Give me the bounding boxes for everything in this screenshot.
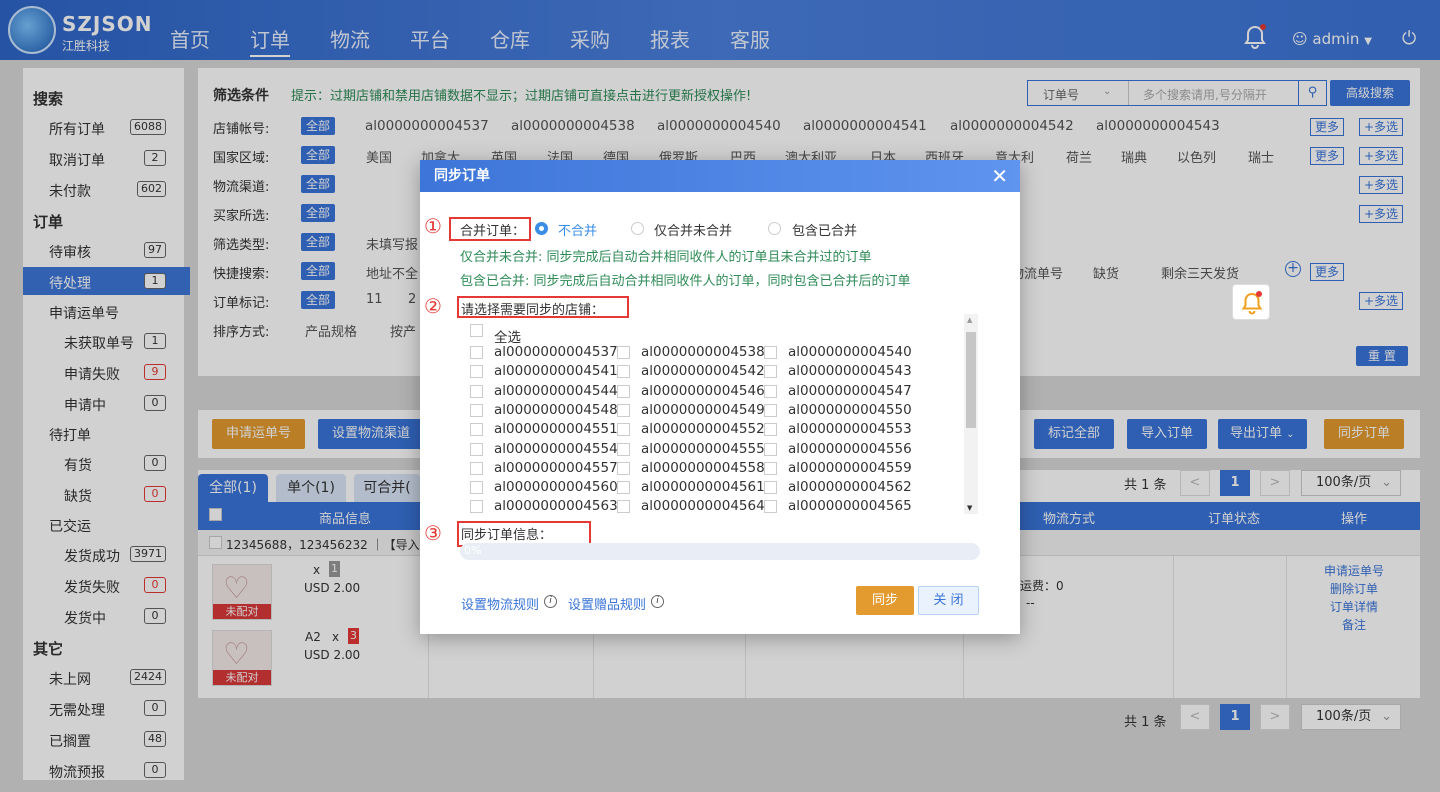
shop-label[interactable]: al0000000004553 (788, 421, 912, 437)
scrollbar-thumb[interactable] (966, 332, 976, 428)
shop-checkbox[interactable] (470, 384, 483, 398)
shop-label[interactable]: al0000000004559 (788, 460, 912, 476)
shop-label[interactable]: al0000000004564 (641, 498, 765, 514)
shop-label[interactable]: al0000000004563 (494, 498, 618, 514)
radio-include-merged[interactable] (768, 222, 781, 235)
shop-label[interactable]: al0000000004540 (788, 344, 912, 360)
logistics-rules-link[interactable]: 设置物流规则 (461, 594, 539, 613)
close-button[interactable]: 关 闭 (918, 586, 979, 615)
shop-checkbox[interactable] (617, 365, 630, 379)
shop-label[interactable]: al0000000004549 (641, 402, 765, 418)
dialog-title: 同步订单 (434, 168, 490, 184)
shop-label[interactable]: al0000000004554 (494, 441, 618, 457)
dialog-header: 同步订单 ✕ (420, 160, 1020, 192)
shop-checkbox[interactable] (470, 481, 483, 495)
step-marker-3: ③ (424, 521, 442, 545)
shop-label[interactable]: al0000000004537 (494, 344, 618, 360)
shop-checkbox[interactable] (470, 500, 483, 514)
shop-checkbox[interactable] (764, 384, 777, 398)
shop-checkbox[interactable] (470, 403, 483, 417)
shop-label[interactable]: al0000000004541 (494, 363, 618, 379)
scrollbar[interactable]: ▲ ▼ (964, 314, 978, 514)
radio-no-merge-label[interactable]: 不合并 (558, 220, 597, 239)
step-marker-1: ① (424, 214, 442, 238)
shop-checkbox[interactable] (470, 423, 483, 437)
close-icon[interactable]: ✕ (991, 160, 1008, 192)
shop-checkbox[interactable] (617, 461, 630, 475)
shop-label[interactable]: al0000000004546 (641, 383, 765, 399)
shop-checkbox[interactable] (764, 461, 777, 475)
select-all-checkbox[interactable] (470, 324, 483, 337)
desc-include-merged: 包含已合并: 同步完成后自动合并相同收件人的订单，同时包含已合并后的订单 (460, 274, 911, 289)
shop-label[interactable]: al0000000004550 (788, 402, 912, 418)
shop-label[interactable]: al0000000004542 (641, 363, 765, 379)
shop-checkbox[interactable] (470, 461, 483, 475)
shop-checkbox[interactable] (764, 442, 777, 456)
shop-checkbox[interactable] (617, 442, 630, 456)
step-marker-2: ② (424, 294, 442, 318)
shop-checkbox[interactable] (470, 346, 483, 359)
shop-checkbox[interactable] (617, 423, 630, 437)
shop-label[interactable]: al0000000004551 (494, 421, 618, 437)
shop-label[interactable]: al0000000004552 (641, 421, 765, 437)
notification-float-button[interactable] (1232, 284, 1270, 320)
shop-checkbox[interactable] (764, 403, 777, 417)
desc-merge-unmerged: 仅合并未合并: 同步完成后自动合并相同收件人的订单且未合并过的订单 (460, 250, 872, 265)
radio-merge-unmerged-label[interactable]: 仅合并未合并 (654, 220, 732, 239)
shop-label[interactable]: al0000000004555 (641, 441, 765, 457)
sync-button[interactable]: 同步 (856, 586, 914, 615)
shop-label[interactable]: al0000000004547 (788, 383, 912, 399)
shop-label[interactable]: al0000000004562 (788, 479, 912, 495)
shop-checkbox[interactable] (617, 384, 630, 398)
shop-checkbox[interactable] (764, 500, 777, 514)
shop-label[interactable]: al0000000004556 (788, 441, 912, 457)
info-icon: i (651, 595, 664, 608)
shop-checkbox[interactable] (617, 403, 630, 417)
shop-checkbox[interactable] (764, 365, 777, 379)
scroll-down-icon: ▼ (967, 504, 973, 512)
sync-info-label: 同步订单信息： (461, 528, 553, 543)
shops-label: 请选择需要同步的店铺： (461, 303, 605, 318)
shop-label[interactable]: al0000000004557 (494, 460, 618, 476)
radio-merge-unmerged[interactable] (631, 222, 644, 235)
shop-checkbox[interactable] (764, 423, 777, 437)
bell-icon (1241, 291, 1263, 315)
shop-label[interactable]: al0000000004538 (641, 344, 765, 360)
shop-label[interactable]: al0000000004548 (494, 402, 618, 418)
shop-list: 全选 al0000000004537 al0000000004538 al00000… (460, 318, 980, 514)
radio-include-merged-label[interactable]: 包含已合并 (792, 220, 857, 239)
shop-checkbox[interactable] (764, 481, 777, 495)
progress-bar: 0% (460, 543, 980, 560)
shop-label[interactable]: al0000000004558 (641, 460, 765, 476)
select-all-label[interactable]: 全选 (494, 326, 521, 346)
radio-no-merge[interactable] (535, 222, 548, 235)
shop-checkbox[interactable] (470, 442, 483, 456)
progress-text: 0% (464, 544, 482, 557)
shop-checkbox[interactable] (470, 365, 483, 379)
shop-checkbox[interactable] (764, 346, 777, 359)
shop-checkbox[interactable] (617, 500, 630, 514)
sync-orders-dialog: 同步订单 ✕ ① 合并订单： 不合并 仅合并未合并 包含已合并 仅合并未合并: 同… (420, 160, 1020, 634)
info-icon: i (544, 595, 557, 608)
shop-checkbox[interactable] (617, 481, 630, 495)
shop-checkbox[interactable] (617, 346, 630, 359)
gift-rules-link[interactable]: 设置赠品规则 (568, 594, 646, 613)
shop-label[interactable]: al0000000004561 (641, 479, 765, 495)
shop-label[interactable]: al0000000004544 (494, 383, 618, 399)
shop-label[interactable]: al0000000004560 (494, 479, 618, 495)
merge-label: 合并订单： (460, 224, 526, 239)
shop-label[interactable]: al0000000004543 (788, 363, 912, 379)
scroll-up-icon: ▲ (967, 316, 973, 324)
shop-label[interactable]: al0000000004565 (788, 498, 912, 514)
